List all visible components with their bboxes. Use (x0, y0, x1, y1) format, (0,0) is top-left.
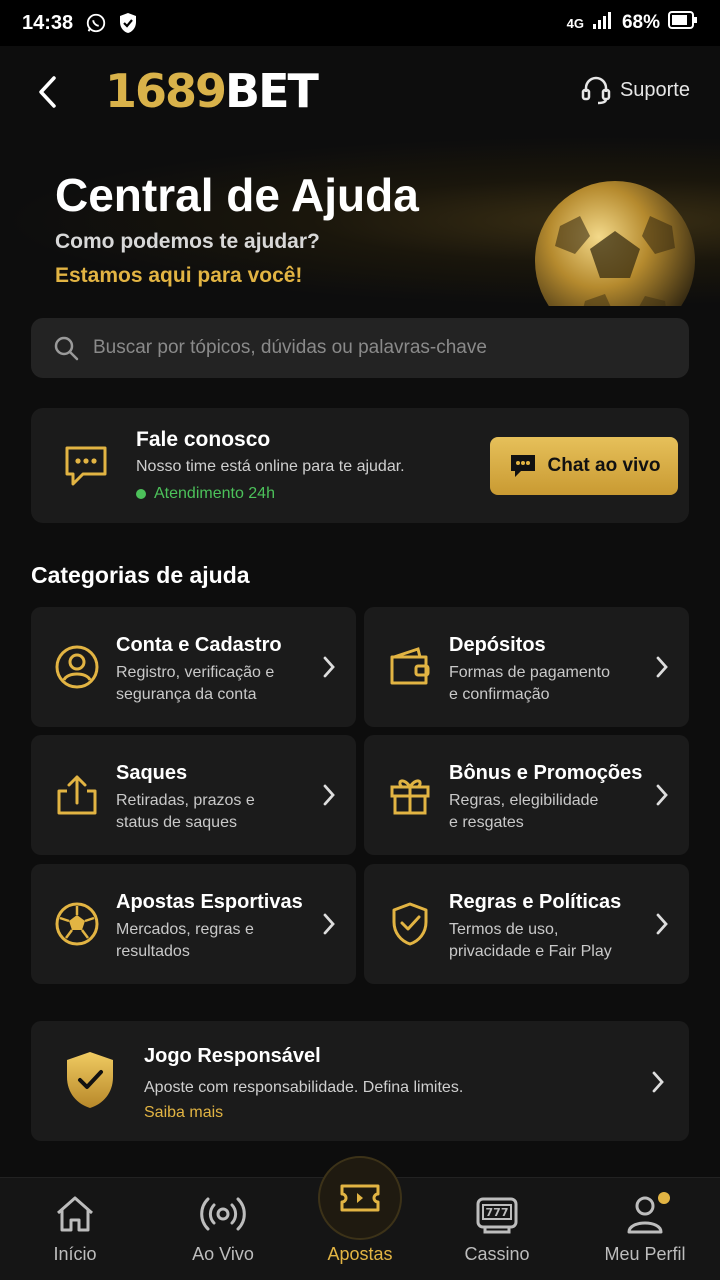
category-title: Conta e Cadastro (116, 634, 282, 656)
learn-more-link[interactable]: Saiba mais (144, 1104, 223, 1122)
category-title: Regras e Políticas (449, 891, 622, 913)
chevron-left-icon (39, 76, 56, 108)
chevron-right-icon (323, 656, 335, 678)
status-right: 4G 68% (567, 10, 698, 36)
logo-text: BET (225, 64, 319, 118)
shield-status-icon (117, 12, 139, 34)
category-description: Mercados, regras e resultados (116, 921, 254, 960)
home-icon (57, 1196, 93, 1232)
page-title: Central de Ajuda (55, 169, 419, 221)
hero-subtitle: Como podemos te ajudar? (55, 230, 320, 253)
search-input[interactable] (93, 337, 667, 359)
live-chat-button[interactable]: Chat ao vivo (490, 437, 678, 495)
categories-title: Categorias de ajuda (31, 562, 250, 588)
logo-number: 1689 (105, 64, 227, 118)
chevron-right-icon (656, 784, 668, 806)
logo: 1689BET (105, 64, 319, 118)
battery-level: 68% (621, 12, 660, 33)
gift-icon (390, 779, 430, 815)
chat-icon (510, 455, 535, 477)
category-withdrawals[interactable]: Saques Retiradas, prazos e status de saqu… (31, 735, 356, 855)
withdraw-icon (57, 775, 97, 815)
status-bar: 14:38 4G 68% (0, 0, 720, 46)
network-type: 4G (566, 15, 584, 31)
responsible-description: Aposte com responsabilidade. Defina limi… (144, 1079, 464, 1096)
category-description: Retiradas, prazos e status de saques (116, 792, 255, 831)
category-description: Formas de pagamento e confirmação (449, 664, 610, 703)
headset-icon (581, 76, 611, 105)
live-icon (200, 1197, 246, 1231)
nav-label: Cassino (464, 1244, 530, 1264)
category-deposits[interactable]: Depósitos Formas de pagamento e confirmaç… (364, 607, 689, 727)
category-title: Apostas Esportivas (116, 891, 303, 913)
nav-home[interactable]: Início (3, 1178, 147, 1280)
user-icon (55, 645, 99, 689)
online-status: Atendimento 24h (136, 485, 275, 503)
nav-label: Início (53, 1244, 97, 1264)
chevron-right-icon (656, 656, 668, 678)
whatsapp-icon (85, 12, 107, 34)
responsible-title: Jogo Responsável (144, 1045, 321, 1067)
chevron-right-icon (323, 913, 335, 935)
category-account[interactable]: Conta e Cadastro Registro, verificação e… (31, 607, 356, 727)
soccer-ball-icon (55, 902, 99, 946)
category-description: Termos de uso, privacidade e Fair Play (449, 921, 612, 960)
soccer-ball-image (535, 181, 695, 306)
contact-title: Fale conosco (136, 428, 271, 451)
category-description: Regras, elegibilidade e resgates (449, 792, 599, 831)
online-status-label: Atendimento 24h (154, 485, 275, 502)
svg-text:777: 777 (486, 1206, 509, 1219)
category-policies[interactable]: Regras e Políticas Termos de uso, privaci… (364, 864, 689, 984)
nav-bets[interactable]: Apostas (288, 1178, 432, 1280)
live-chat-label: Chat ao vivo (547, 455, 661, 476)
category-title: Depósitos (449, 634, 546, 656)
nav-label: Apostas (327, 1244, 393, 1264)
status-time: 14:38 (22, 11, 74, 34)
chevron-right-icon (656, 913, 668, 935)
notification-dot-icon (658, 1192, 670, 1204)
category-description: Registro, verificação e segurança da cont… (116, 664, 275, 703)
support-button[interactable]: Suporte (580, 74, 690, 106)
category-title: Saques (116, 762, 188, 784)
signal-icon (592, 10, 614, 36)
category-sports-betting[interactable]: Apostas Esportivas Mercados, regras e res… (31, 864, 356, 984)
slot-machine-icon: 777 (476, 1197, 518, 1234)
nav-label: Meu Perfil (604, 1244, 686, 1264)
nav-profile[interactable]: Meu Perfil (573, 1178, 717, 1280)
category-title: Bônus e Promoções (449, 762, 643, 784)
responsible-gaming-card[interactable]: Jogo Responsável Aposte com responsabili… (31, 1021, 689, 1141)
shield-check-badge-icon (67, 1052, 113, 1108)
nav-live[interactable]: Ao Vivo (151, 1178, 295, 1280)
wallet-icon (390, 647, 430, 685)
shield-check-icon (392, 902, 428, 946)
chevron-right-icon (323, 784, 335, 806)
contact-description: Nosso time está online para te ajudar. (136, 458, 405, 475)
search-bar[interactable] (31, 318, 689, 378)
back-button[interactable] (30, 72, 64, 112)
category-bonus[interactable]: Bônus e Promoções Regras, elegibilidade e… (364, 735, 689, 855)
battery-icon (668, 11, 698, 35)
nav-label: Ao Vivo (192, 1244, 254, 1264)
hero-tagline: Estamos aqui para você! (55, 264, 303, 287)
search-icon (54, 336, 79, 361)
chat-bubble-icon (65, 446, 107, 486)
chevron-right-icon (652, 1071, 664, 1093)
app-header: 1689BET Suporte (0, 46, 720, 136)
bottom-navigation: Início Ao Vivo Apostas 777 Cassino Meu P… (0, 1156, 720, 1280)
contact-card: Fale conosco Nosso time está online para… (31, 408, 689, 523)
online-dot-icon (136, 489, 146, 499)
hero-banner: Central de Ajuda Como podemos te ajudar?… (0, 136, 720, 306)
nav-casino[interactable]: 777 Cassino (425, 1178, 569, 1280)
support-label: Suporte (619, 78, 690, 101)
